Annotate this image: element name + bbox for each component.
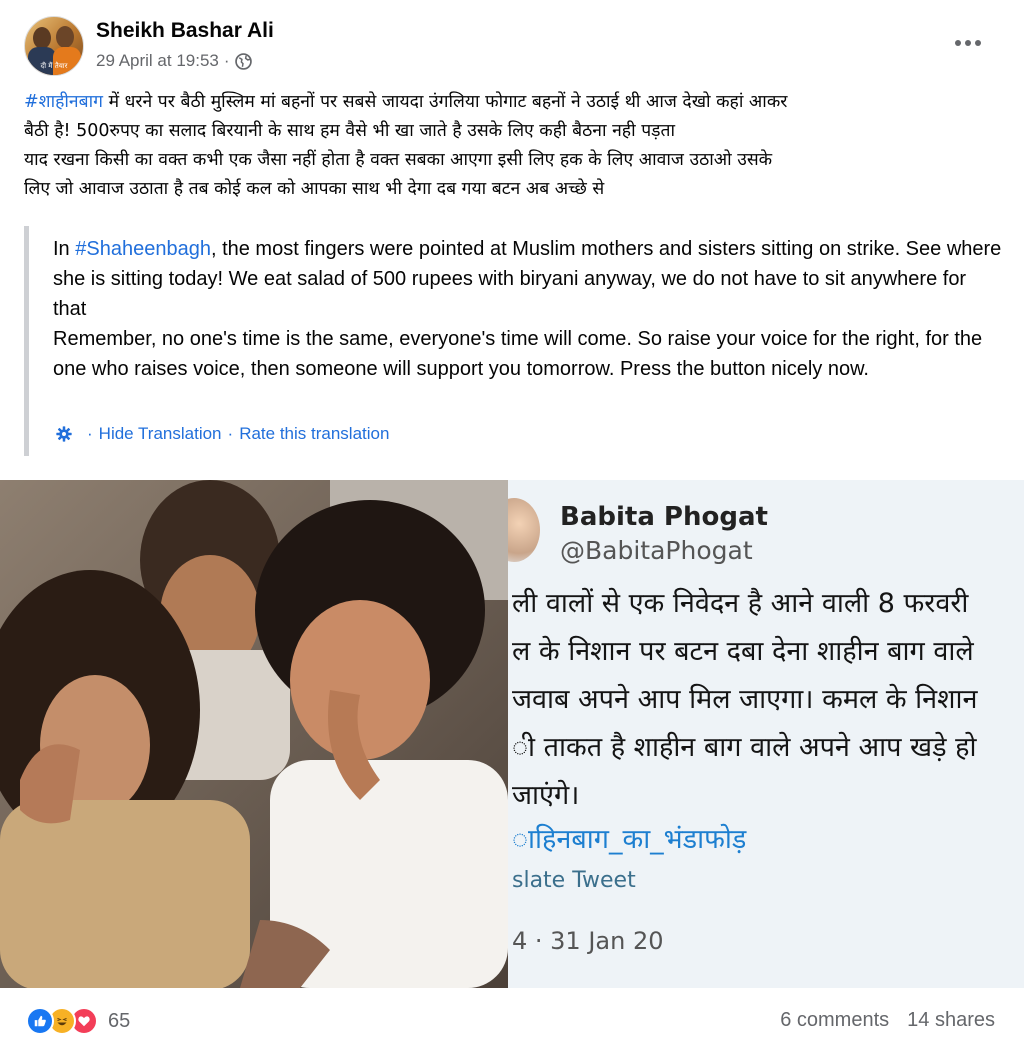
rate-translation-link[interactable]: Rate this translation [239, 424, 389, 444]
meta-separator: · [223, 51, 230, 70]
avatar-face-right [56, 26, 74, 48]
post-header: दी मैं तैयार Sheikh Bashar Ali 29 April … [0, 0, 1024, 90]
body-line-1: #शाहीनबाग में धरने पर बैठी मुस्लिम मां ब… [24, 88, 1004, 117]
comments-count[interactable]: 6 comments [780, 1009, 889, 1032]
post-body: #शाहीनबाग में धरने पर बैठी मुस्लिम मां ब… [24, 88, 1004, 204]
translation-prefix: In [53, 238, 76, 260]
post-footer: 65 6 comments 14 shares [0, 990, 1024, 1050]
tweet-text-line: ल के निशान पर बटन दबा देना शाहीन बाग वाल… [512, 636, 974, 667]
translation-block: In #Shaheenbagh, the most fingers were p… [24, 226, 1005, 456]
author-avatar[interactable]: दी मैं तैयार [24, 16, 84, 76]
post-timestamp[interactable]: 29 April at 19:53 [96, 51, 219, 71]
body-line-3: याद रखना किसी का वक्त कभी एक जैसा नहीं ह… [24, 150, 773, 170]
translation-para-1: In #Shaheenbagh, the most fingers were p… [53, 234, 1003, 324]
tweet-hashtag: ाहिनबाग_का_भंडाफोड़ [512, 824, 747, 855]
hashtag-link[interactable]: #शाहीनबाग [24, 92, 103, 112]
body-line-1-text: में धरने पर बैठी मुस्लिम मां बहनों पर सब… [103, 92, 788, 112]
reaction-count[interactable]: 65 [108, 1010, 130, 1033]
post-photo-tweet-screenshot[interactable]: Babita Phogat @BabitaPhogat ली वालों से … [508, 480, 1024, 988]
more-dot [965, 40, 971, 46]
body-line-2: बैठी है! 500रुपए का सलाद बिरयानी के साथ … [24, 121, 676, 141]
engagement-counts: 6 comments 14 shares [780, 1009, 995, 1032]
translation-links: · Hide Translation · Rate this translati… [55, 424, 389, 444]
tweet-author-handle: @BabitaPhogat [560, 536, 753, 565]
tweet-text-line: जाएंगे। [512, 780, 580, 811]
tweet-translate-label: slate Tweet [512, 868, 636, 893]
post-photo-crying-women[interactable] [0, 480, 508, 988]
author-name[interactable]: Sheikh Bashar Ali [96, 19, 274, 43]
shares-count[interactable]: 14 shares [907, 1009, 995, 1032]
links-separator: · [227, 424, 234, 443]
translation-hashtag-link[interactable]: #Shaheenbagh [75, 238, 211, 260]
body-line-4: लिए जो आवाज उठाता है तब कोई कल को आपका स… [24, 179, 605, 199]
more-dot [975, 40, 981, 46]
avatar-face-left [33, 27, 51, 49]
tweet-text-line: ली वालों से एक निवेदन है आने वाली 8 फरवर… [512, 588, 969, 619]
gear-icon[interactable] [55, 425, 73, 443]
tweet-text-line: जवाब अपने आप मिल जाएगा। कमल के निशान [512, 684, 978, 715]
links-separator: · [87, 424, 93, 443]
post-meta: 29 April at 19:53 · [96, 51, 252, 71]
hide-translation-link[interactable]: Hide Translation [99, 424, 222, 444]
tweet-date: 4 · 31 Jan 20 [512, 927, 664, 955]
globe-icon[interactable] [234, 52, 252, 70]
avatar-caption: दी मैं तैयार [40, 62, 68, 70]
translation-para-2: Remember, no one's time is the same, eve… [53, 328, 983, 380]
tweet-author-name: Babita Phogat [560, 502, 768, 532]
more-options-icon[interactable] [952, 30, 984, 56]
reactions-summary[interactable]: 65 [26, 1007, 130, 1035]
photo-illustration [0, 480, 508, 988]
like-icon [26, 1007, 54, 1035]
tweet-avatar [508, 498, 540, 562]
tweet-text-line: ी ताकत है शाहीन बाग वाले अपने आप खड़े हो [512, 732, 977, 763]
translation-text: In #Shaheenbagh, the most fingers were p… [53, 234, 1003, 384]
more-dot [955, 40, 961, 46]
